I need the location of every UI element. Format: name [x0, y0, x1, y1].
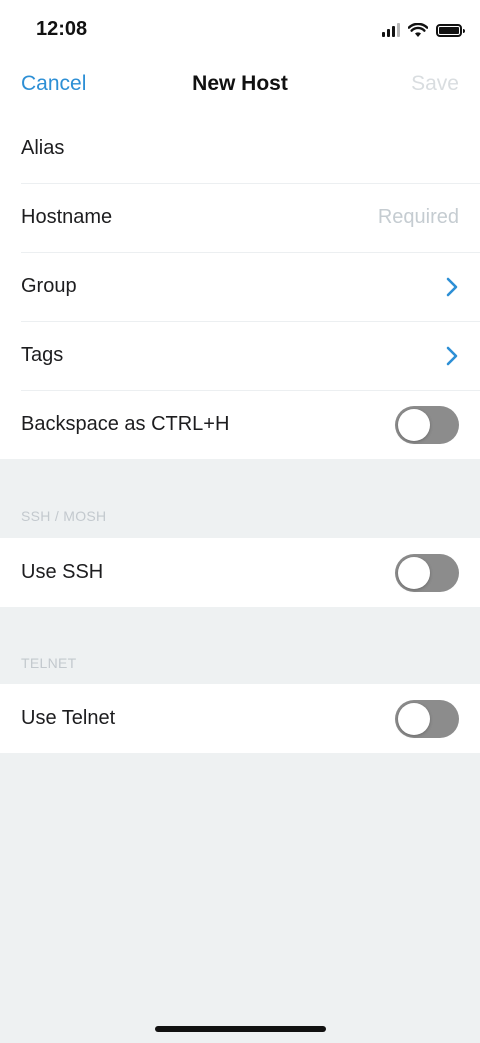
use-ssh-label: Use SSH: [21, 561, 104, 583]
status-bar: 12:08: [0, 0, 480, 58]
alias-row[interactable]: Alias: [0, 114, 480, 183]
hostname-field[interactable]: Required: [378, 206, 459, 229]
use-telnet-row: Use Telnet: [0, 684, 480, 753]
wifi-icon: [408, 22, 428, 37]
chevron-right-icon: [446, 277, 458, 296]
hostname-row[interactable]: Hostname Required: [0, 183, 480, 252]
status-icons: [382, 20, 465, 40]
battery-icon: [436, 23, 465, 37]
use-telnet-label: Use Telnet: [21, 707, 116, 729]
toggle-knob: [398, 702, 430, 735]
chevron-right-icon: [446, 346, 458, 365]
backspace-ctrl-h-toggle[interactable]: [395, 405, 459, 444]
host-details-group: Alias Hostname Required Group Tags Backs…: [0, 114, 480, 459]
backspace-ctrl-h-label: Backspace as CTRL+H: [21, 413, 230, 435]
backspace-ctrl-h-row: Backspace as CTRL+H: [0, 390, 480, 459]
cellular-signal-icon: [382, 23, 400, 37]
new-host-screen: 12:08 Cancel New Host Save Alias Hostnam…: [0, 0, 480, 1043]
cancel-button[interactable]: Cancel: [21, 72, 86, 96]
telnet-group: Use Telnet: [0, 684, 480, 753]
telnet-section-header: TELNET: [21, 655, 77, 671]
toggle-knob: [398, 556, 430, 589]
group-label: Group: [21, 275, 77, 297]
tags-label: Tags: [21, 344, 64, 366]
ssh-section-header: SSH / MOSH: [21, 508, 107, 524]
alias-label: Alias: [21, 137, 65, 159]
use-telnet-toggle[interactable]: [395, 699, 459, 738]
status-time: 12:08: [36, 18, 88, 40]
use-ssh-row: Use SSH: [0, 538, 480, 607]
use-ssh-toggle[interactable]: [395, 553, 459, 592]
group-row[interactable]: Group: [0, 252, 480, 321]
tags-row[interactable]: Tags: [0, 321, 480, 390]
navigation-bar: Cancel New Host Save: [0, 58, 480, 114]
save-button[interactable]: Save: [411, 72, 459, 96]
ssh-group: Use SSH: [0, 538, 480, 607]
hostname-label: Hostname: [21, 206, 113, 228]
toggle-knob: [398, 408, 430, 441]
home-indicator[interactable]: [155, 1026, 326, 1032]
